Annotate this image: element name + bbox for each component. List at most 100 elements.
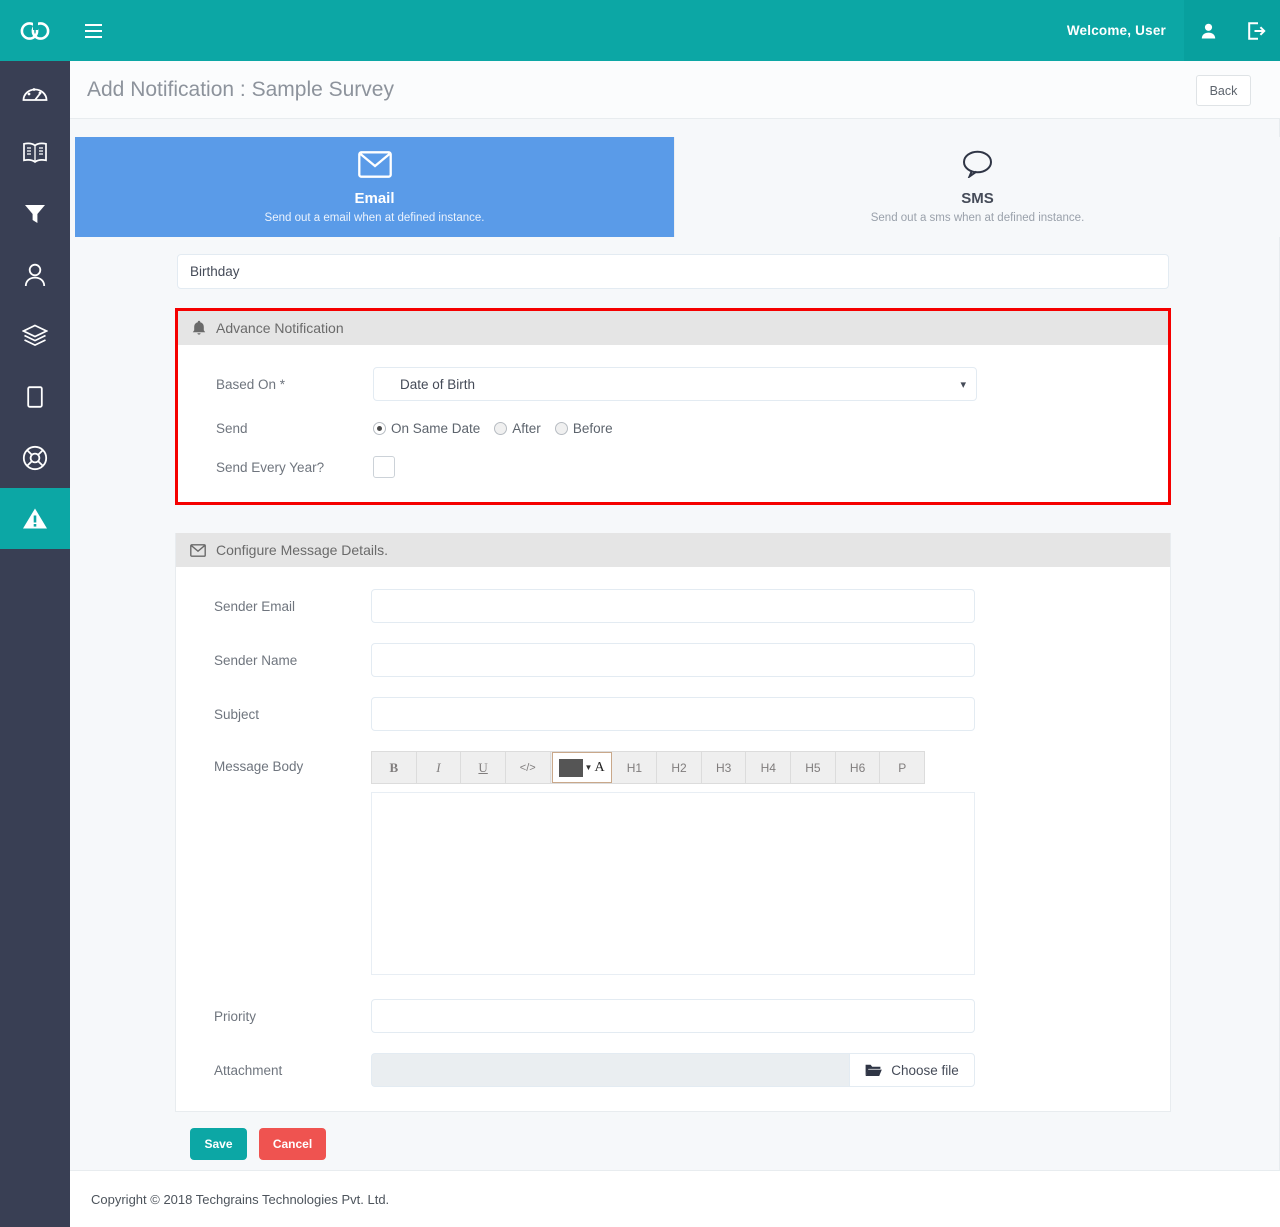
copyright-text: Copyright © 2018 Techgrains Technologies… (91, 1191, 390, 1207)
heading-6-icon[interactable]: H6 (836, 751, 881, 784)
logout-button[interactable] (1232, 0, 1280, 61)
message-body-textarea[interactable] (371, 792, 975, 975)
sidebar-item-library[interactable] (0, 122, 70, 183)
tab-sms[interactable]: SMS Send out a sms when at defined insta… (674, 137, 1280, 237)
sender-name-input[interactable] (371, 643, 975, 677)
radio-after-indicator (494, 422, 508, 435)
notification-name-input[interactable] (177, 254, 1169, 289)
underline-icon[interactable]: U (461, 751, 506, 784)
envelope-icon (190, 543, 206, 557)
dashboard-gauge-icon (22, 87, 48, 101)
subject-input[interactable] (371, 697, 975, 731)
bell-icon (192, 320, 206, 335)
sender-name-label: Sender Name (214, 652, 298, 668)
tab-email[interactable]: Email Send out a email when at defined i… (75, 137, 674, 237)
user-account-button[interactable] (1184, 0, 1232, 61)
radio-before-label: Before (572, 421, 613, 436)
sidebar-item-support[interactable] (0, 427, 70, 488)
layers-stack-icon (22, 324, 48, 346)
attachment-filename-field (371, 1053, 849, 1087)
send-row: Send On Same Date After Before (178, 421, 1168, 436)
heading-4-icon[interactable]: H4 (746, 751, 792, 784)
notification-name-row (177, 254, 1279, 289)
sidebar-item-layers[interactable] (0, 305, 70, 366)
color-swatch (558, 758, 583, 777)
send-every-year-label: Send Every Year? (216, 459, 325, 475)
cancel-button[interactable]: Cancel (259, 1128, 326, 1160)
italic-icon[interactable]: I (417, 751, 462, 784)
app-logo[interactable] (0, 0, 70, 61)
message-body-editor: B I U </> ▼ A H1 H2 H3 H4 H5 H6 P (371, 751, 975, 975)
book-icon (23, 142, 47, 163)
text-color-icon[interactable]: ▼ A (551, 752, 612, 783)
chevron-down-icon: ▼ (584, 763, 593, 772)
tab-sms-label: SMS (961, 190, 994, 207)
radio-on-same-date-label: On Same Date (391, 421, 481, 436)
bold-icon[interactable]: B (372, 751, 417, 784)
page-header: Add Notification : Sample Survey Back (70, 61, 1280, 119)
tab-email-label: Email (354, 189, 395, 207)
message-body-row: Message Body B I U </> ▼ A H1 H2 H3 H4 H… (176, 751, 1170, 975)
sidebar-item-users[interactable] (0, 244, 70, 305)
tablet-square-icon (27, 385, 43, 408)
heading-5-icon[interactable]: H5 (791, 751, 836, 784)
hamburger-menu-icon[interactable] (70, 0, 116, 61)
chevron-down-icon: ▾ (960, 378, 966, 391)
radio-before-indicator (554, 422, 568, 435)
based-on-select[interactable]: Date of Birth ▾ (373, 367, 977, 401)
life-ring-icon (22, 445, 48, 470)
sidebar-item-filter[interactable] (0, 183, 70, 244)
advance-notification-header: Advance Notification (178, 311, 1168, 345)
based-on-row: Based On * Date of Birth ▾ (178, 367, 1168, 401)
advance-notification-body: Based On * Date of Birth ▾ Send On Same … (178, 345, 1168, 502)
notification-type-tabs: Email Send out a email when at defined i… (75, 137, 1280, 237)
sender-email-input[interactable] (371, 589, 975, 623)
sidebar-nav (0, 61, 70, 1227)
priority-input[interactable] (371, 999, 975, 1033)
sidebar-item-alerts[interactable] (0, 488, 70, 549)
send-every-year-checkbox[interactable] (373, 456, 395, 478)
sender-email-row: Sender Email (176, 589, 1170, 623)
send-every-year-row: Send Every Year? (178, 456, 1168, 478)
attachment-control: Choose file (371, 1053, 975, 1087)
filter-funnel-icon (25, 204, 45, 223)
logout-icon (1247, 21, 1266, 40)
sender-name-row: Sender Name (176, 643, 1170, 677)
sidebar-item-dashboard[interactable] (0, 61, 70, 122)
form-actions: Save Cancel (190, 1128, 1279, 1160)
configure-message-panel: Configure Message Details. Sender Email … (175, 533, 1171, 1112)
user-icon (1201, 23, 1215, 38)
send-radio-group: On Same Date After Before (373, 421, 620, 436)
tab-sms-subtitle: Send out a sms when at defined instance. (870, 212, 1085, 224)
send-label: Send (216, 421, 248, 436)
radio-after-label: After (512, 421, 541, 436)
choose-file-label: Choose file (891, 1062, 959, 1078)
advance-notification-panel: Advance Notification Based On * Date of … (175, 308, 1171, 505)
radio-before[interactable]: Before (554, 421, 613, 436)
message-body-label: Message Body (214, 759, 304, 774)
editor-toolbar: B I U </> ▼ A H1 H2 H3 H4 H5 H6 P (371, 751, 925, 784)
heading-2-icon[interactable]: H2 (657, 751, 702, 784)
configure-message-body: Sender Email Sender Name Subject Message… (176, 567, 1170, 1111)
user-profile-icon (24, 263, 46, 286)
save-button[interactable]: Save (190, 1128, 247, 1160)
radio-on-same-date[interactable]: On Same Date (373, 421, 480, 436)
chat-bubble-icon (962, 150, 993, 183)
heading-1-icon[interactable]: H1 (613, 751, 658, 784)
configure-message-header: Configure Message Details. (176, 533, 1170, 567)
page-title: Add Notification : Sample Survey (87, 77, 394, 101)
code-icon[interactable]: </> (506, 751, 551, 784)
paragraph-icon[interactable]: P (880, 751, 924, 784)
radio-after[interactable]: After (494, 421, 541, 436)
sidebar-item-device[interactable] (0, 366, 70, 427)
based-on-label: Based On * (216, 376, 286, 392)
font-letter-icon: A (594, 759, 605, 775)
attachment-row: Attachment Choose file (176, 1053, 1170, 1087)
heading-3-icon[interactable]: H3 (702, 751, 747, 784)
choose-file-button[interactable]: Choose file (849, 1053, 975, 1087)
subject-label: Subject (214, 706, 260, 722)
back-button[interactable]: Back (1196, 75, 1251, 106)
welcome-label: Welcome, User (1066, 23, 1166, 38)
priority-label: Priority (214, 1008, 257, 1024)
warning-triangle-icon (23, 508, 47, 529)
